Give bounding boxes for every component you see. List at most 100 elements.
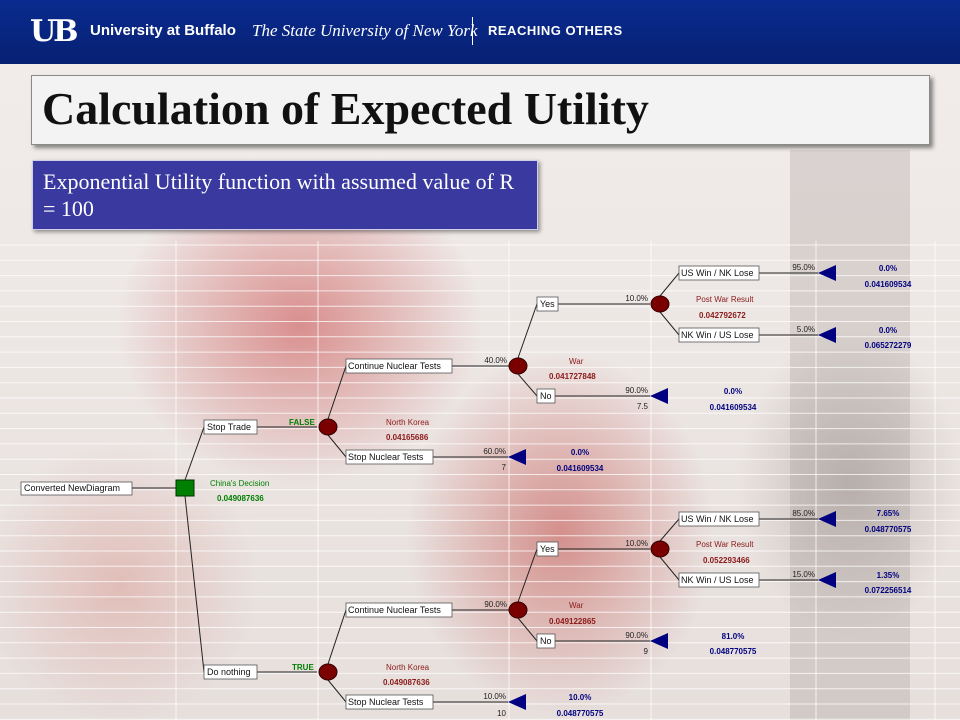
prob-uswin1: 95.0% [792,263,815,272]
term-prob-no2: 81.0% [722,632,745,641]
probability-labels: 40.0% 60.0% 7 10.0% 90.0% 7.5 95.0% 5.0%… [483,263,815,718]
term-prob-nkwin1: 0.0% [879,326,897,335]
chance-name-stop-trade: North Korea [386,418,430,427]
chance-node-stop-trade[interactable] [318,418,338,436]
prob-yes2: 10.0% [625,539,648,548]
yes1-line [517,303,650,359]
yes2-label[interactable]: Yes [540,544,555,554]
terminal-node-snt2[interactable] [508,694,526,710]
chance-value-postwar-1: 0.042792672 [699,311,746,320]
term-prob-no1: 0.0% [724,387,742,396]
payoff-no1: 7.5 [637,402,649,411]
ub-logo[interactable]: UB [30,14,79,49]
term-prob-snt1: 0.0% [571,448,589,457]
snt2-label[interactable]: Stop Nuclear Tests [348,697,424,707]
prob-cnt2: 90.0% [484,600,507,609]
subtitle-box: Exponential Utility function with assume… [32,160,538,230]
university-name: University at Buffalo [90,22,236,39]
chance-node-postwar-2[interactable] [650,540,670,558]
yes1-label[interactable]: Yes [540,299,555,309]
term-value-no1: 0.041609534 [710,403,757,412]
header-divider [472,17,473,45]
chance-node-war-1[interactable] [508,357,528,375]
prob-no2: 90.0% [625,631,648,640]
term-prob-snt2: 10.0% [569,693,592,702]
chance-node-postwar-1[interactable] [650,295,670,313]
decision-tree: Converted NewDiagram Stop Trade Do nothi… [0,241,960,720]
prob-nkwin1: 5.0% [797,325,815,334]
decision-tags: FALSE TRUE China's Decision 0.049087636 [210,418,315,672]
decision-name: China's Decision [210,479,269,488]
chance-name-war-2: War [569,601,584,610]
term-prob-uswin2: 7.65% [877,509,900,518]
terminal-node-snt1[interactable] [508,449,526,465]
stop-trade-label[interactable]: Stop Trade [207,422,251,432]
payoff-snt1: 7 [502,463,507,472]
term-prob-nkwin2: 1.35% [877,571,900,580]
chance-name-war-1: War [569,357,584,366]
prob-yes1: 10.0% [625,294,648,303]
terminal-node-uswin2[interactable] [818,511,836,527]
terminal-node-uswin1[interactable] [818,265,836,281]
nkwin2-label[interactable]: NK Win / US Lose [681,575,754,585]
no2-label[interactable]: No [540,636,552,646]
uswin2-label[interactable]: US Win / NK Lose [681,514,754,524]
chance-value-war-2: 0.049122865 [549,617,596,626]
term-value-snt1: 0.041609534 [557,464,604,473]
chance-nodes [318,295,670,681]
term-value-uswin1: 0.041609534 [865,280,912,289]
suny-name: The State University of New York [252,21,478,40]
snt1-label[interactable]: Stop Nuclear Tests [348,452,424,462]
term-value-nkwin1: 0.065272279 [865,341,912,350]
terminal-node-nkwin1[interactable] [818,327,836,343]
yes2-line [517,548,650,603]
chance-name-do-nothing: North Korea [386,663,430,672]
term-value-nkwin2: 0.072256514 [865,586,912,595]
chance-node-do-nothing[interactable] [318,663,338,681]
prob-cnt1: 40.0% [484,356,507,365]
cnt1-label[interactable]: Continue Nuclear Tests [348,361,441,371]
title-box: Calculation of Expected Utility [31,75,930,145]
terminal-node-no2[interactable] [650,633,668,649]
tag-true: TRUE [292,663,314,672]
subtitle-text: Exponential Utility function with assume… [43,169,515,221]
prob-uswin2: 85.0% [792,509,815,518]
cnt2-label[interactable]: Continue Nuclear Tests [348,605,441,615]
prob-snt2: 10.0% [483,692,506,701]
cnt1-line [327,365,509,420]
chance-labels: North Korea 0.04165686 North Korea 0.049… [383,295,754,687]
decision-node[interactable] [175,479,195,497]
tagline: REACHING OTHERS [488,23,623,38]
chance-name-postwar-1: Post War Result [696,295,754,304]
prob-nkwin2: 15.0% [792,570,815,579]
payoff-snt2: 10 [497,709,506,718]
chance-value-do-nothing: 0.049087636 [383,678,430,687]
chance-name-postwar-2: Post War Result [696,540,754,549]
terminal-node-no1[interactable] [650,388,668,404]
nkwin1-label[interactable]: NK Win / US Lose [681,330,754,340]
no1-label[interactable]: No [540,391,552,401]
root-label[interactable]: Converted NewDiagram [24,483,120,493]
term-value-no2: 0.048770575 [710,647,757,656]
prob-no1: 90.0% [625,386,648,395]
payoff-no2: 9 [644,647,649,656]
chance-value-postwar-2: 0.052293466 [703,556,750,565]
do-nothing-label[interactable]: Do nothing [207,667,251,677]
chance-value-stop-trade: 0.04165686 [386,433,429,442]
decision-value: 0.049087636 [217,494,264,503]
term-prob-uswin1: 0.0% [879,264,897,273]
chance-node-war-2[interactable] [508,601,528,619]
page-title: Calculation of Expected Utility [42,83,649,134]
uswin1-label[interactable]: US Win / NK Lose [681,268,754,278]
decision-to-do-nothing-line [184,495,317,673]
terminal-node-nkwin2[interactable] [818,572,836,588]
cnt2-line [327,609,509,665]
term-value-snt2: 0.048770575 [557,709,604,718]
chance-value-war-1: 0.041727848 [549,372,596,381]
tag-false: FALSE [289,418,315,427]
decision-to-stop-trade-line [184,426,317,481]
header-bar: UB University at Buffalo The State Unive… [0,0,960,64]
term-value-uswin2: 0.048770575 [865,525,912,534]
spreadsheet-grid [0,241,960,720]
prob-snt1: 60.0% [483,447,506,456]
